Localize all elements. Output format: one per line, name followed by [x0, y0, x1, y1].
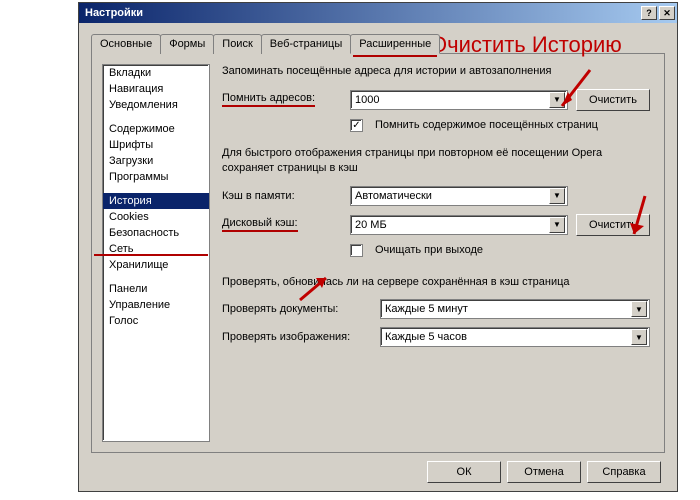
tab-search[interactable]: Поиск — [213, 34, 261, 54]
remember-addresses-label: Помнить адресов: — [222, 92, 342, 107]
clear-on-exit-label: Очищать при выходе — [375, 244, 483, 256]
tab-advanced[interactable]: Расширенные — [350, 34, 440, 54]
sidebar-item-history[interactable]: История — [103, 193, 209, 209]
sidebar-item-fonts[interactable]: Шрифты — [103, 137, 209, 153]
sidebar-item-navigation[interactable]: Навигация — [103, 81, 209, 97]
cache-desc: Для быстрого отображения страницы при по… — [222, 146, 650, 176]
disk-cache-select[interactable]: 20 МБ ▼ — [350, 215, 568, 235]
remember-content-checkbox[interactable]: ✓ — [350, 119, 363, 132]
sidebar-item-storage[interactable]: Хранилище — [103, 257, 209, 273]
help-button[interactable]: Справка — [587, 461, 661, 483]
tab-main[interactable]: Основные — [91, 34, 161, 54]
clear-on-exit-checkbox[interactable] — [350, 244, 363, 257]
window-title: Настройки — [85, 7, 143, 19]
check-images-label: Проверять изображения: — [222, 331, 372, 343]
help-sys-button[interactable]: ? — [641, 6, 657, 20]
clear-history-button[interactable]: Очистить — [576, 89, 650, 111]
dropdown-arrow-icon: ▼ — [631, 329, 647, 345]
dropdown-arrow-icon: ▼ — [631, 301, 647, 317]
disk-cache-label: Дисковый кэш: — [222, 217, 342, 232]
settings-window: Настройки ? ✕ Основные Формы Поиск Веб-с… — [78, 2, 678, 492]
sidebar-item-management[interactable]: Управление — [103, 297, 209, 313]
history-heading: Запоминать посещённые адреса для истории… — [222, 64, 650, 79]
sidebar-item-tabs[interactable]: Вкладки — [103, 65, 209, 81]
mem-cache-label: Кэш в памяти: — [222, 190, 342, 202]
dropdown-arrow-icon: ▼ — [549, 188, 565, 204]
dropdown-arrow-icon: ▼ — [549, 217, 565, 233]
sidebar-item-content[interactable]: Содержимое — [103, 121, 209, 137]
titlebar: Настройки ? ✕ — [79, 3, 677, 23]
sys-buttons: ? ✕ — [641, 6, 675, 20]
close-sys-button[interactable]: ✕ — [659, 6, 675, 20]
sidebar-item-cookies[interactable]: Cookies — [103, 209, 209, 225]
remember-content-label: Помнить содержимое посещённых страниц — [375, 119, 598, 131]
remember-addresses-select[interactable]: 1000 ▼ — [350, 90, 568, 110]
mem-cache-select[interactable]: Автоматически ▼ — [350, 186, 568, 206]
content-panel: Запоминать посещённые адреса для истории… — [218, 54, 664, 452]
sidebar-item-downloads[interactable]: Загрузки — [103, 153, 209, 169]
sidebar-item-programs[interactable]: Программы — [103, 169, 209, 185]
dropdown-arrow-icon: ▼ — [549, 92, 565, 108]
tabstrip: Основные Формы Поиск Веб-страницы Расшир… — [91, 33, 665, 54]
sidebar-item-panels[interactable]: Панели — [103, 281, 209, 297]
dialog-footer: ОК Отмена Справка — [91, 453, 665, 483]
tab-forms[interactable]: Формы — [160, 34, 214, 54]
check-images-select[interactable]: Каждые 5 часов ▼ — [380, 327, 650, 347]
sidebar-item-notifications[interactable]: Уведомления — [103, 97, 209, 113]
cancel-button[interactable]: Отмена — [507, 461, 581, 483]
tab-webpages[interactable]: Веб-страницы — [261, 34, 352, 54]
ok-button[interactable]: ОК — [427, 461, 501, 483]
check-docs-select[interactable]: Каждые 5 минут ▼ — [380, 299, 650, 319]
check-heading: Проверять, обновилась ли на сервере сохр… — [222, 275, 650, 290]
check-docs-label: Проверять документы: — [222, 303, 372, 315]
sidebar-item-network[interactable]: Сеть — [103, 241, 209, 257]
client-area: Основные Формы Поиск Веб-страницы Расшир… — [79, 23, 677, 491]
category-sidebar: Вкладки Навигация Уведомления Содержимое… — [102, 64, 210, 442]
tab-body: Вкладки Навигация Уведомления Содержимое… — [91, 54, 665, 453]
sidebar-item-voice[interactable]: Голос — [103, 313, 209, 329]
sidebar-item-security[interactable]: Безопасность — [103, 225, 209, 241]
clear-cache-button[interactable]: Очистить — [576, 214, 650, 236]
